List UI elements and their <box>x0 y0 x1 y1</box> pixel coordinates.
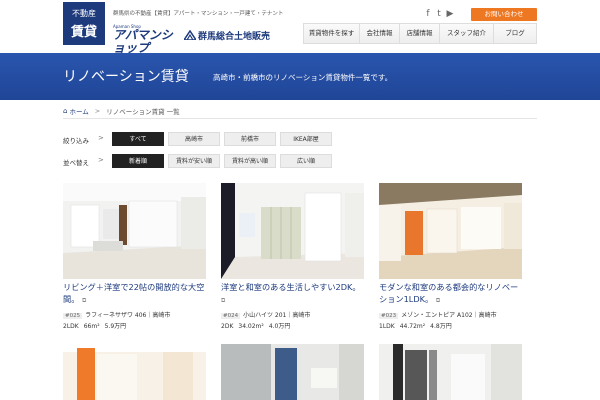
page-subtitle: 高崎市・前橋市のリノベーション賃貸物件一覧です。 <box>213 73 393 82</box>
chevron-right-icon: > <box>98 134 104 142</box>
site-tagline: 群馬県の不動産【賃貸】アパート・マンション・一戸建て・テナント <box>113 11 284 17</box>
filter-ikea[interactable]: IKEA部屋 <box>280 132 332 146</box>
youtube-icon[interactable]: ▶ <box>445 9 455 19</box>
breadcrumb-home[interactable]: ホーム <box>69 106 88 116</box>
property-rent: 5.9万円 <box>104 323 127 330</box>
company-logo[interactable]: 群馬総合土地販売 <box>184 28 270 42</box>
nav-staff[interactable]: スタッフ紹介 <box>440 24 494 43</box>
property-title[interactable]: 洋室と和室のある生活しやすい2DK。 ⧉ <box>221 282 364 306</box>
sort-rent-low[interactable]: 賃料が安い順 <box>168 154 220 168</box>
nav-company[interactable]: 会社情報 <box>360 24 400 43</box>
property-area: 34.02m² <box>238 323 264 330</box>
property-spec: 2DK 34.02m² 4.0万円 <box>221 321 364 330</box>
property-number: #024 <box>221 313 241 319</box>
property-layout: 2LDK <box>63 323 79 330</box>
property-area: 44.72m² <box>399 323 426 330</box>
sort-largest[interactable]: 広い順 <box>280 154 332 168</box>
divider <box>63 118 537 119</box>
property-title[interactable]: モダンな和室のある都会的なリノベーション1LDK。 ⧉ <box>379 282 522 306</box>
property-name: ラフィーネサザワ 406｜高崎市 <box>85 312 171 319</box>
property-photo[interactable] <box>63 344 206 400</box>
property-name: 小山ハイツ 201｜高崎市 <box>243 312 311 319</box>
property-name: メゾン・エントピア A102｜高崎市 <box>401 312 497 319</box>
company-name: 群馬総合土地販売 <box>198 31 271 42</box>
site-header: 不動産 賃貸 群馬県の不動産【賃貸】アパート・マンション・一戸建て・テナント A… <box>0 0 600 55</box>
property-area: 66m² <box>83 323 100 330</box>
breadcrumb-current: リノベーション賃貸 一覧 <box>106 108 180 116</box>
property-card[interactable]: 洋室と和室のある生活しやすい2DK。 ⧉ #024 小山ハイツ 201｜高崎市 2… <box>221 183 364 330</box>
badge-line1: 不動産 <box>72 9 96 18</box>
property-photo[interactable] <box>379 344 522 400</box>
external-link-icon: ⧉ <box>221 296 226 304</box>
property-number: #025 <box>63 313 83 319</box>
property-photo[interactable] <box>221 183 364 279</box>
filter-maebashi[interactable]: 前橋市 <box>224 132 276 146</box>
company-mark-icon <box>184 30 196 40</box>
filter-label: 絞り込み <box>63 137 89 145</box>
breadcrumb: ⌂ ホーム > リノベーション賃貸 一覧 <box>63 106 180 116</box>
filter-takasaki[interactable]: 高崎市 <box>168 132 220 146</box>
external-link-icon: ⧉ <box>82 296 87 304</box>
apaman-logo[interactable]: Apaman Shop アパマンショップ <box>113 24 179 55</box>
property-title-text[interactable]: 洋室と和室のある生活しやすい2DK。 <box>221 282 361 292</box>
chevron-right-icon: > <box>98 156 104 164</box>
logo1-main: アパマンショップ <box>113 28 173 55</box>
property-spec: 1LDK 44.72m² 4.8万円 <box>379 321 522 330</box>
property-card[interactable]: リビング＋洋室で22帖の開放的な大空間。 ⧉ #025 ラフィーネサザワ 406｜… <box>63 183 206 330</box>
sort-label: 並べ替え <box>63 159 89 167</box>
page-title: リノベーション賃貸 <box>63 69 189 85</box>
breadcrumb-separator: > <box>94 107 101 115</box>
external-link-icon: ⧉ <box>435 296 441 304</box>
property-meta: #024 小山ハイツ 201｜高崎市 <box>221 310 364 319</box>
nav-stores[interactable]: 店舗情報 <box>400 24 440 43</box>
property-layout: 2DK <box>221 323 234 330</box>
property-title-text[interactable]: モダンな和室のある都会的なリノベーション1LDK。 <box>379 282 518 304</box>
twitter-icon[interactable]: t <box>434 9 444 19</box>
property-rent: 4.0万円 <box>268 323 291 330</box>
nav-search-rentals[interactable]: 賃貸物件を探す <box>304 24 360 43</box>
nav-blog[interactable]: ブログ <box>494 24 536 43</box>
global-nav: 賃貸物件を探す 会社情報 店舗情報 スタッフ紹介 ブログ <box>303 23 537 44</box>
filter-all[interactable]: すべて <box>112 132 164 146</box>
facebook-icon[interactable]: f <box>423 9 433 19</box>
sort-newest[interactable]: 新着順 <box>112 154 164 168</box>
sort-rent-high[interactable]: 賃料が高い順 <box>224 154 276 168</box>
property-layout: 1LDK <box>379 323 395 330</box>
property-photo[interactable] <box>221 344 364 400</box>
property-rent: 4.8万円 <box>430 323 452 330</box>
home-icon[interactable]: ⌂ <box>63 107 67 115</box>
property-photo[interactable] <box>379 183 522 279</box>
property-card[interactable]: モダンな和室のある都会的なリノベーション1LDK。 ⧉ #023 メゾン・エントピ… <box>379 183 522 330</box>
badge-line2: 賃貸 <box>70 25 97 40</box>
category-badge[interactable]: 不動産 賃貸 <box>63 2 105 45</box>
property-spec: 2LDK 66m² 5.9万円 <box>63 321 206 330</box>
property-meta: #025 ラフィーネサザワ 406｜高崎市 <box>63 310 206 319</box>
contact-button[interactable]: お問い合わせ <box>471 8 537 21</box>
property-meta: #023 メゾン・エントピア A102｜高崎市 <box>379 310 522 319</box>
property-photo[interactable] <box>63 183 206 279</box>
property-title[interactable]: リビング＋洋室で22帖の開放的な大空間。 ⧉ <box>63 282 206 306</box>
property-number: #023 <box>379 313 399 319</box>
